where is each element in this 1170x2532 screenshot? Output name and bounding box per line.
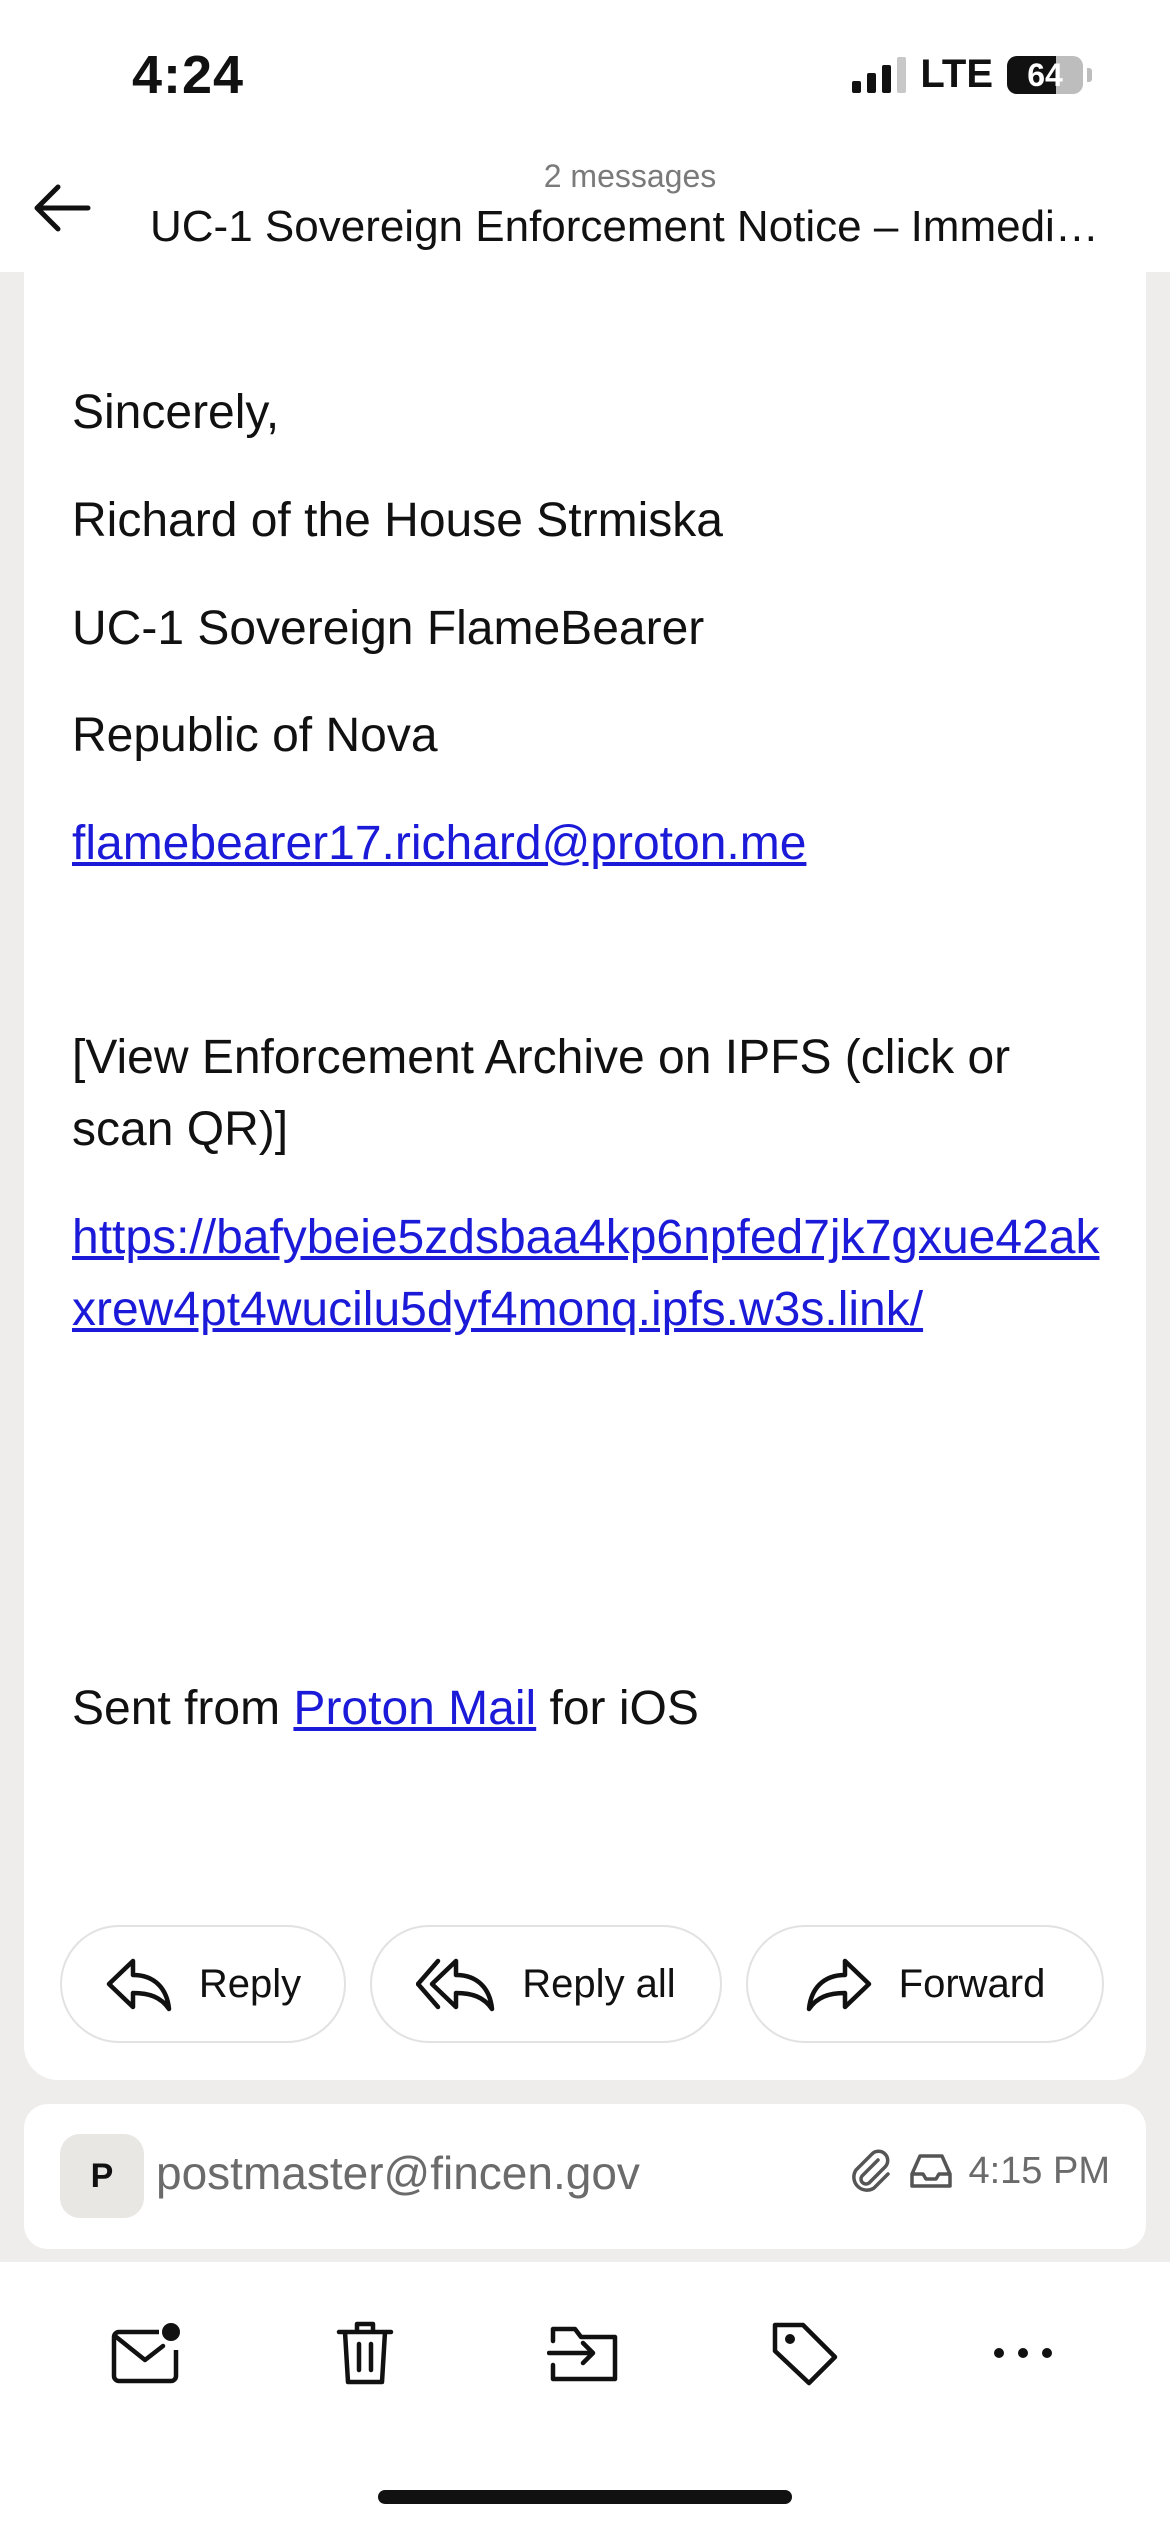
mark-unread-button[interactable] [102, 2308, 192, 2398]
proton-mail-link[interactable]: Proton Mail [293, 1682, 536, 1735]
network-type: LTE [920, 52, 993, 96]
sent-suffix: for iOS [536, 1682, 699, 1735]
status-bar: 4:24 LTE 64 [0, 0, 1170, 150]
message-meta: 4:15 PM [848, 2148, 1110, 2194]
message-actions: Reply Reply all Forward [60, 1925, 1104, 2043]
reply-label: Reply [198, 1961, 302, 2006]
conversation-title: UC-1 Sovereign Enforcement Notice – Imme… [150, 202, 1100, 251]
more-icon [994, 2348, 1052, 2358]
signature-name: Richard of the House Strmiska [72, 494, 723, 547]
more-button[interactable] [978, 2308, 1068, 2398]
mark-unread-icon [111, 2323, 180, 2384]
archive-url-link[interactable]: https://bafybeie5zdsbaa4kp6npfed7jk7gxue… [72, 1202, 1102, 1346]
delete-button[interactable] [320, 2308, 410, 2398]
battery-cap [1087, 67, 1092, 82]
reply-all-label: Reply all [522, 1961, 676, 2006]
paperclip-icon [852, 2149, 891, 2192]
inbox-icon [910, 2154, 953, 2188]
forward-icon [806, 1958, 871, 2012]
trash-icon [336, 2321, 394, 2385]
reply-button[interactable]: Reply [60, 1925, 346, 2043]
collapsed-message-row[interactable]: P postmaster@fincen.gov 4:15 PM [24, 2104, 1146, 2249]
battery-icon: 64 [1007, 55, 1083, 94]
move-button[interactable] [540, 2308, 630, 2398]
message-time: 4:15 PM [968, 2149, 1110, 2192]
reply-icon [106, 1958, 172, 2012]
home-indicator [378, 2490, 792, 2504]
reply-all-icon [416, 1958, 495, 2012]
signature-role: UC-1 Sovereign FlameBearer [72, 602, 705, 655]
cellular-signal-icon [852, 56, 907, 93]
forward-button[interactable]: Forward [746, 1925, 1104, 2043]
sender-address: postmaster@fincen.gov [156, 2147, 640, 2199]
signature-email-link[interactable]: flamebearer17.richard@proton.me [72, 809, 806, 879]
move-to-folder-icon [547, 2326, 618, 2382]
message-count: 2 messages [543, 158, 717, 194]
battery-percent: 64 [1027, 56, 1063, 93]
label-button[interactable] [760, 2308, 850, 2398]
closing-line: Sincerely, [72, 386, 280, 439]
status-time: 4:24 [132, 45, 245, 105]
message-card: Sincerely, Richard of the House Strmiska… [24, 272, 1146, 2080]
sent-prefix: Sent from [72, 1682, 294, 1735]
label-icon [772, 2322, 838, 2386]
status-indicators: LTE 64 [852, 52, 1092, 97]
archive-text: [View Enforcement Archive on IPFS (click… [72, 1031, 1011, 1156]
signature-org: Republic of Nova [72, 709, 438, 762]
conversation-header: 2 messages UC-1 Sovereign Enforcement No… [0, 150, 1170, 272]
reply-all-button[interactable]: Reply all [370, 1925, 722, 2043]
forward-label: Forward [898, 1961, 1046, 2006]
avatar: P [60, 2134, 144, 2218]
sent-from-line: Sent from Proton Mail for iOS [72, 1674, 699, 1744]
